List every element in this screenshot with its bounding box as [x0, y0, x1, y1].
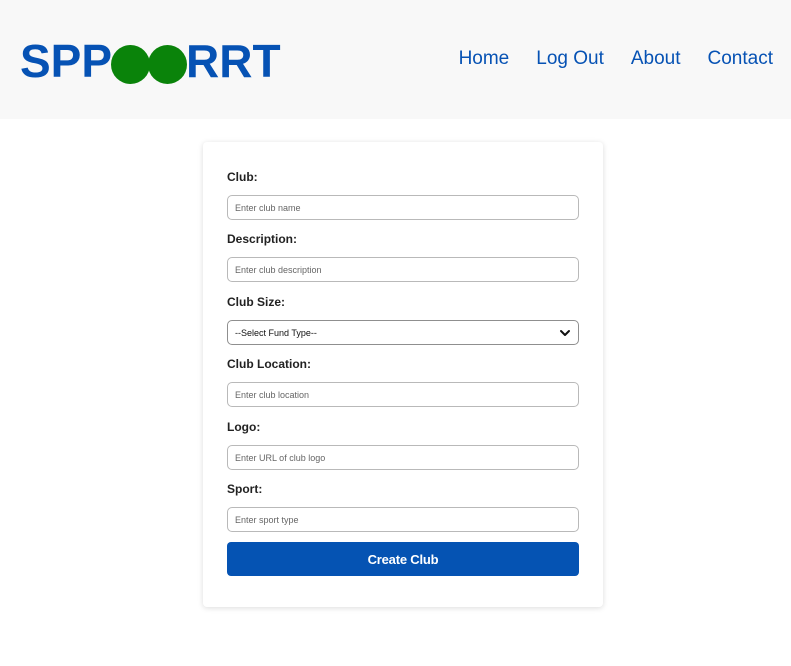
sport-field: Sport: [227, 481, 579, 532]
brand-suffix: RRT [186, 35, 281, 87]
create-club-button[interactable]: Create Club [227, 542, 579, 576]
sport-type-input[interactable] [227, 507, 579, 532]
nav-logout-link[interactable]: Log Out [536, 48, 604, 70]
description-field: Description: [227, 231, 579, 282]
create-club-form: Club: Description: Club Size: --Select F… [203, 142, 603, 607]
logo-field: Logo: [227, 419, 579, 470]
main-nav: Home Log Out About Contact [459, 48, 773, 70]
club-location-input[interactable] [227, 382, 579, 407]
sport-label: Sport: [227, 482, 263, 496]
chevron-down-icon [560, 329, 570, 336]
description-label: Description: [227, 232, 298, 246]
club-size-select[interactable]: --Select Fund Type-- [227, 320, 579, 345]
ball-icon [148, 44, 188, 84]
club-size-label: Club Size: [227, 295, 286, 309]
club-label: Club: [227, 170, 258, 184]
ball-icon [111, 44, 151, 84]
nav-contact-link[interactable]: Contact [708, 48, 773, 70]
description-input[interactable] [227, 257, 579, 282]
club-size-field: Club Size: --Select Fund Type-- [227, 294, 579, 345]
brand-prefix: SPP [20, 35, 113, 87]
nav-about-link[interactable]: About [631, 48, 681, 70]
club-location-field: Club Location: [227, 356, 579, 407]
logo-label: Logo: [227, 420, 261, 434]
site-header: SPP RRT Home Log Out About Contact [0, 0, 791, 119]
club-field: Club: [227, 169, 579, 220]
logo-url-input[interactable] [227, 445, 579, 470]
brand-logo[interactable]: SPP RRT [20, 36, 281, 86]
club-name-input[interactable] [227, 195, 579, 220]
nav-home-link[interactable]: Home [459, 48, 510, 70]
club-location-label: Club Location: [227, 357, 311, 371]
club-size-selected: --Select Fund Type-- [235, 327, 317, 338]
